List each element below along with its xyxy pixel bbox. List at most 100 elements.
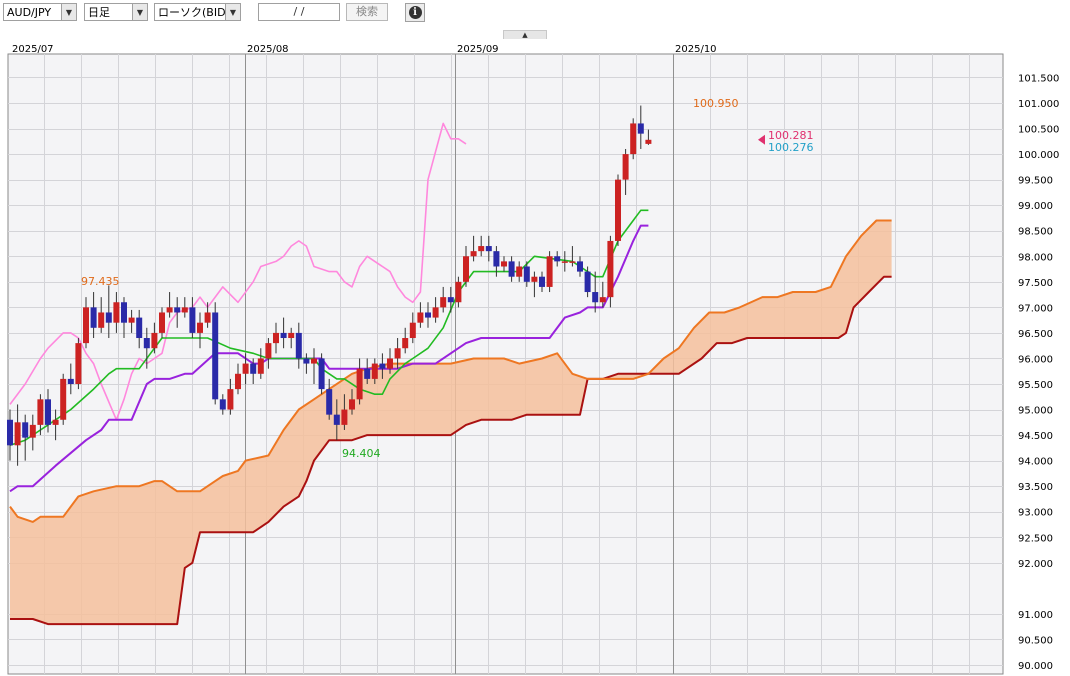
candle-body <box>615 179 621 241</box>
candle-body <box>303 358 310 364</box>
candle-body <box>432 307 439 318</box>
candle-body <box>478 246 485 252</box>
candle-body <box>288 332 295 339</box>
candle-body <box>311 358 317 364</box>
y-axis-tick-label: 95.500 <box>1018 380 1053 391</box>
y-axis-tick-label: 94.500 <box>1018 431 1053 442</box>
candle-body <box>531 276 538 282</box>
candle-body <box>242 363 249 374</box>
candle-body <box>280 332 287 339</box>
y-axis-tick-label: 99.500 <box>1018 176 1053 187</box>
info-button[interactable]: i <box>405 3 425 22</box>
candle-body <box>83 307 89 344</box>
candle <box>75 338 82 390</box>
x-axis-label: 2025/08 <box>247 44 289 55</box>
y-axis-tick-label: 98.500 <box>1018 227 1053 238</box>
y-axis-tick-label: 92.500 <box>1018 533 1053 544</box>
candle <box>60 373 67 425</box>
price-type-select[interactable]: ローソク(BID) ▼ <box>154 3 241 21</box>
y-axis-tick-label: 100.000 <box>1018 150 1059 161</box>
candle-body <box>219 399 226 410</box>
y-axis-tick-label: 100.500 <box>1018 125 1059 136</box>
candle-body <box>326 389 333 415</box>
candle-body <box>98 312 105 328</box>
chevron-down-icon[interactable]: ▼ <box>132 4 147 20</box>
y-axis-tick-label: 92.000 <box>1018 559 1053 570</box>
candle-body <box>645 139 652 144</box>
candle-body <box>227 389 234 410</box>
candle-body <box>516 266 523 277</box>
candle-body <box>189 307 196 333</box>
candle-body <box>181 307 188 313</box>
candle-body <box>143 338 150 349</box>
candle-body <box>113 302 120 323</box>
chevron-down-icon[interactable]: ▼ <box>61 4 76 20</box>
candle-body <box>22 422 29 438</box>
swing-high-label: 97.435 <box>81 275 120 288</box>
candle-body <box>14 422 21 446</box>
candle <box>318 353 325 395</box>
x-axis-label: 2025/09 <box>457 44 499 55</box>
y-axis-tick-label: 99.000 <box>1018 201 1053 212</box>
candle-body <box>45 399 51 425</box>
candle-body <box>622 154 629 180</box>
candle-body <box>52 419 59 425</box>
timeframe-select[interactable]: 日足 ▼ <box>84 3 148 21</box>
candle-body <box>417 312 424 323</box>
candle-body <box>485 246 492 252</box>
candle-body <box>409 322 416 339</box>
candle-body <box>364 368 371 379</box>
y-axis-tick-label: 98.000 <box>1018 252 1053 263</box>
candle-body <box>333 414 340 425</box>
candle-body <box>577 261 583 272</box>
candle-body <box>250 363 257 374</box>
candle-body <box>470 251 477 257</box>
date-input[interactable]: / / <box>258 3 340 21</box>
y-axis-tick-label: 96.000 <box>1018 354 1053 365</box>
candle-body <box>599 297 606 303</box>
candle-body <box>265 343 272 359</box>
candle-body <box>121 302 127 323</box>
candle-body <box>447 297 454 303</box>
y-axis-tick-label: 101.000 <box>1018 99 1059 110</box>
timeframe-value: 日足 <box>88 6 110 19</box>
candle-body <box>75 343 82 384</box>
candle-body <box>371 363 378 379</box>
candle-body <box>349 399 355 410</box>
candle-body <box>425 312 431 318</box>
info-icon: i <box>408 6 422 19</box>
candle-body <box>440 297 447 308</box>
candle-body <box>455 281 462 303</box>
candle-body <box>7 419 13 446</box>
candle <box>630 118 637 160</box>
candle-body <box>90 307 97 328</box>
candle-body <box>341 409 348 425</box>
y-axis-tick-label: 95.000 <box>1018 406 1053 417</box>
candle-body <box>637 123 644 134</box>
y-axis-tick-label: 96.500 <box>1018 329 1053 340</box>
candle-body <box>37 399 44 425</box>
search-button[interactable]: 検索 <box>346 3 388 21</box>
y-axis-tick-label: 93.500 <box>1018 482 1053 493</box>
candle-body <box>159 312 165 333</box>
candle-body <box>508 261 515 277</box>
candle-body <box>387 358 393 369</box>
candle-body <box>539 276 545 287</box>
candle-body <box>295 332 302 359</box>
chevron-down-icon[interactable]: ▼ <box>225 4 240 20</box>
candle-body <box>561 261 568 263</box>
y-axis-tick-label: 91.000 <box>1018 610 1053 621</box>
candle-body <box>402 338 409 349</box>
candle-body <box>379 363 386 369</box>
candle-body <box>60 378 67 420</box>
x-axis-label: 2025/07 <box>12 44 54 55</box>
y-axis-tick-label: 94.000 <box>1018 457 1053 468</box>
candle-body <box>29 424 36 438</box>
currency-pair-value: AUD/JPY <box>7 5 52 19</box>
candle-body <box>607 240 614 298</box>
candle <box>546 251 553 293</box>
candle-body <box>584 271 591 293</box>
y-axis-tick-label: 90.500 <box>1018 635 1053 646</box>
y-axis-tick-label: 101.500 <box>1018 73 1059 84</box>
currency-pair-select[interactable]: AUD/JPY ▼ <box>3 3 77 21</box>
